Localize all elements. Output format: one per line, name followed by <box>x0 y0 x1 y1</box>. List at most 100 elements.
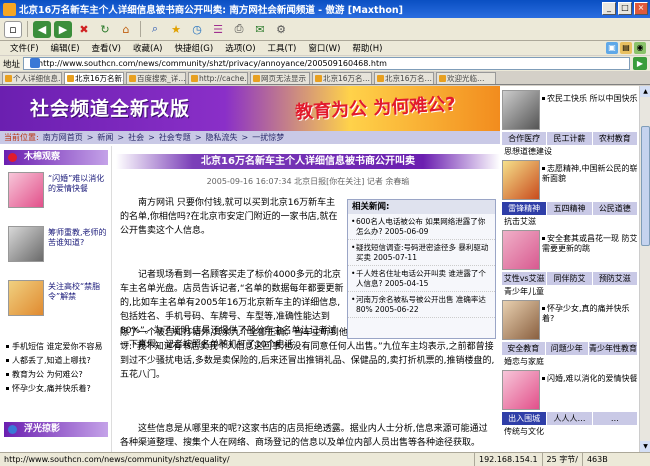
topic-text[interactable]: 农民工快乐 所以中国快乐 <box>542 94 638 104</box>
back-icon[interactable]: ◀ <box>33 20 51 38</box>
menu-window[interactable]: 窗口(W) <box>302 42 346 54</box>
minimize-button[interactable]: _ <box>602 2 616 15</box>
feature-item[interactable]: 筹师重教,老师的苦谁知道? <box>8 226 108 264</box>
topic-text-label[interactable]: 闪婚,难以消化的爱情快餐 <box>547 374 638 383</box>
new-page-icon[interactable]: ▫ <box>4 20 22 38</box>
history-icon[interactable]: ◷ <box>188 21 206 38</box>
feature-text[interactable]: 筹师重教,老师的苦谁知道? <box>48 228 108 248</box>
feature-thumbnail[interactable] <box>8 280 44 316</box>
topic-thumbnail[interactable] <box>502 160 540 200</box>
quick-mouse-icon[interactable]: ◉ <box>634 42 646 54</box>
left-link-text[interactable]: 教育为公 为何难公? <box>12 370 83 379</box>
tab-2[interactable]: 百度搜索_详… <box>126 72 186 84</box>
topic-sub[interactable]: 传统与文化 <box>502 426 638 437</box>
topic-tag[interactable]: 安全教育 <box>502 342 546 355</box>
tools-icon[interactable]: ⚙ <box>272 21 290 38</box>
tab-5[interactable]: 北京16万名… <box>312 72 372 84</box>
topic-tag[interactable]: 民工计薪 <box>547 132 593 145</box>
left-link[interactable]: 人都丢了,知道上哪找? <box>6 354 110 368</box>
topic-tag[interactable]: 青少年性教育 <box>589 342 638 355</box>
quick-window-icon[interactable]: ▣ <box>606 42 618 54</box>
feature-thumbnail[interactable] <box>8 226 44 262</box>
topic-text[interactable]: 志愿精神,中国新公民的崭新面貌 <box>542 164 638 184</box>
topic-sub[interactable]: 青少年儿童 <box>502 286 638 297</box>
print-icon[interactable]: ⎙ <box>230 21 248 38</box>
refresh-icon[interactable]: ↻ <box>96 21 114 38</box>
breadcrumb-news[interactable]: 新闻 <box>97 132 113 143</box>
tab-6[interactable]: 北京16万名… <box>374 72 434 84</box>
topic-text-label[interactable]: 怀孕少女,真的痛并快乐着? <box>542 304 630 323</box>
topic-text[interactable]: 安全套其或昌花一现 防艾需要更新的跳 <box>542 234 638 254</box>
breadcrumb-current[interactable]: 一扰惊梦 <box>252 132 284 143</box>
topic-text-label[interactable]: 农民工快乐 所以中国快乐 <box>547 94 638 103</box>
feature-thumbnail[interactable] <box>8 172 44 208</box>
menu-tools[interactable]: 工具(T) <box>262 42 303 54</box>
topic-thumbnail[interactable] <box>502 370 540 410</box>
left-link[interactable]: 怀孕少女,痛并快乐着? <box>6 382 110 396</box>
tab-4[interactable]: 网页无法显示 <box>250 72 310 84</box>
home-icon[interactable]: ⌂ <box>117 21 135 38</box>
topic-tag[interactable]: 预防艾滋 <box>593 272 638 285</box>
feature-text[interactable]: “闪婚”难以消化的爱情快餐 <box>48 174 108 194</box>
feature-text[interactable]: 关注高校“禁脂令”解禁 <box>48 282 108 302</box>
topic-text[interactable]: 怀孕少女,真的痛并快乐着? <box>542 304 638 324</box>
scroll-down-icon[interactable]: ▼ <box>640 441 650 452</box>
feature-item[interactable]: “闪婚”难以消化的爱情快餐 <box>8 172 108 210</box>
topic-tag[interactable]: 雷锋精神 <box>502 202 548 215</box>
maximize-button[interactable]: □ <box>618 2 632 15</box>
menu-file[interactable]: 文件(F) <box>4 42 45 54</box>
breadcrumb-society[interactable]: 社会 <box>128 132 144 143</box>
related-news-item[interactable]: 千人姓名住址电话公开叫卖 谁泄露了个人信息? 2005-04-15 <box>348 266 495 292</box>
topic-text-label[interactable]: 安全套其或昌花一现 防艾需要更新的跳 <box>542 234 638 253</box>
topic-tag[interactable]: 农村教育 <box>593 132 638 145</box>
left-link-text[interactable]: 手机短信 谁定爱你不容易 <box>12 342 103 351</box>
menu-groups[interactable]: 快捷组(G) <box>168 42 219 54</box>
breadcrumb-privacy[interactable]: 隐私流失 <box>206 132 238 143</box>
tab-7[interactable]: 欢迎光临… <box>436 72 496 84</box>
favorites-star-icon[interactable]: ★ <box>167 21 185 38</box>
topic-text-label[interactable]: 志愿精神,中国新公民的崭新面貌 <box>542 164 638 183</box>
topic-tag[interactable]: 同伴防艾 <box>547 272 593 285</box>
breadcrumb-home[interactable]: 南方网首页 <box>43 132 83 143</box>
related-news-item[interactable]: 疑找短信调查:号码泄密途径多 暴利驱动买卖 2005-07-11 <box>348 240 495 266</box>
topic-thumbnail[interactable] <box>502 300 540 340</box>
topic-thumbnail[interactable] <box>502 230 540 270</box>
stop-icon[interactable]: ✖ <box>75 21 93 38</box>
feature-item[interactable]: 关注高校“禁脂令”解禁 <box>8 280 108 318</box>
related-news-item[interactable]: 600名人电话被公布 如果网络泄露了你怎么办? 2005-06-09 <box>348 214 495 240</box>
topic-tag[interactable]: 艾性vs艾滋 <box>502 272 548 285</box>
tab-1[interactable]: 北京16万名新… <box>64 72 124 84</box>
left-link-text[interactable]: 人都丢了,知道上哪找? <box>12 356 91 365</box>
mail-icon[interactable]: ✉ <box>251 21 269 38</box>
vertical-scrollbar[interactable]: ▲ ▼ <box>639 86 650 452</box>
forward-icon[interactable]: ▶ <box>54 20 72 38</box>
breadcrumb-society-topic[interactable]: 社会专题 <box>159 132 191 143</box>
quick-folder-icon[interactable]: ▤ <box>620 42 632 54</box>
topic-tag[interactable]: 出入围城 <box>502 412 548 425</box>
channel-banner[interactable]: 社会频道全新改版 教育为公 为何难公? <box>0 86 500 131</box>
left-link[interactable]: 手机短信 谁定爱你不容易 <box>6 340 110 354</box>
topic-tag[interactable]: 五四精神 <box>547 202 593 215</box>
topic-sub[interactable]: 婚恋与家庭 <box>502 356 638 367</box>
menu-options[interactable]: 选项(O) <box>219 42 261 54</box>
scroll-thumb[interactable] <box>641 126 650 246</box>
topic-sub[interactable]: 抗击艾滋 <box>502 216 638 227</box>
topic-thumbnail[interactable] <box>502 90 540 130</box>
close-button[interactable]: × <box>634 2 648 15</box>
feeds-icon[interactable]: ☰ <box>209 21 227 38</box>
topic-tag[interactable]: 合作医疗 <box>502 132 548 145</box>
go-button[interactable]: ▶ <box>633 57 647 70</box>
topic-text[interactable]: 闪婚,难以消化的爱情快餐 <box>542 374 638 384</box>
search-icon[interactable]: ⌕ <box>146 21 164 38</box>
menu-favorites[interactable]: 收藏(A) <box>127 42 168 54</box>
related-news-item[interactable]: 河南万余名被私号被公开出售 准确率达80% 2005-06-22 <box>348 292 495 318</box>
topic-tag[interactable]: 人人人… <box>547 412 593 425</box>
topic-sub[interactable]: 思想道德建设 <box>502 146 638 157</box>
menu-edit[interactable]: 编辑(E) <box>45 42 86 54</box>
topic-tag[interactable]: 公民道德 <box>593 202 638 215</box>
topic-tag[interactable]: … <box>593 412 638 425</box>
menu-view[interactable]: 查看(V) <box>86 42 127 54</box>
topic-tag[interactable]: 问题少年 <box>546 342 589 355</box>
tab-3[interactable]: http://cache… <box>188 72 248 84</box>
left-link[interactable]: 教育为公 为何难公? <box>6 368 110 382</box>
